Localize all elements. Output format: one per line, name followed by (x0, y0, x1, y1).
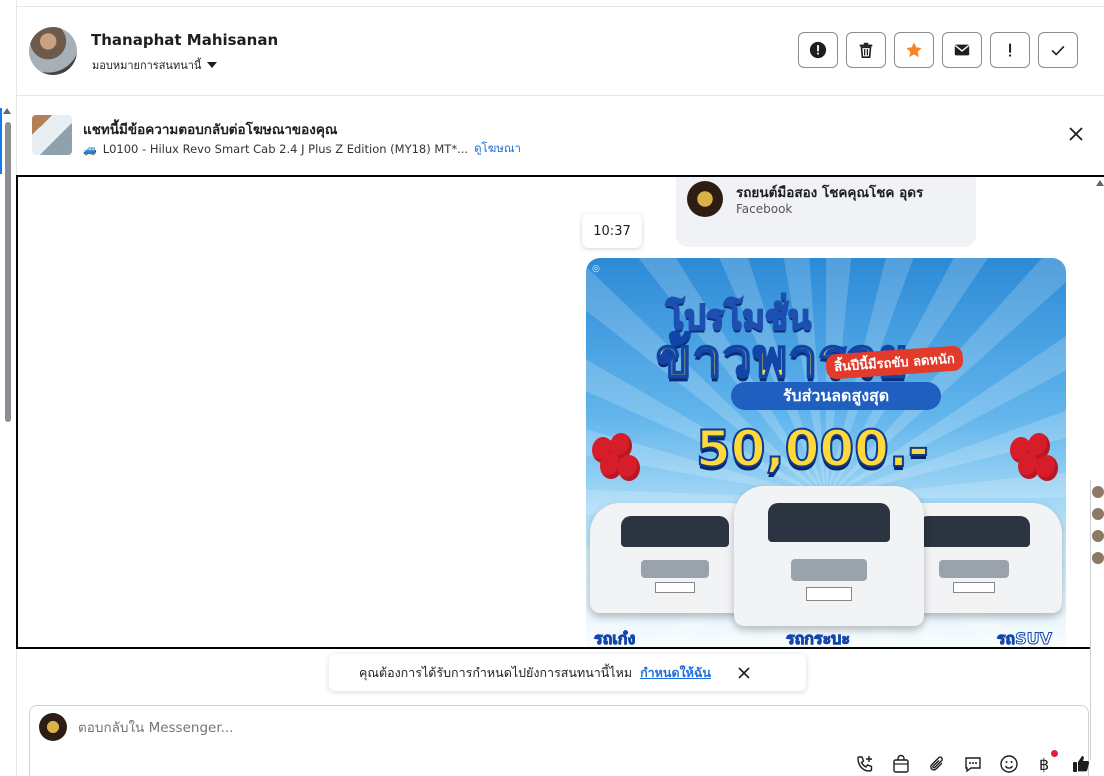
call-add-button[interactable] (854, 753, 876, 775)
dealer-logo: ◎ (592, 264, 600, 274)
page-avatar (39, 713, 67, 741)
saved-replies-button[interactable] (962, 753, 984, 775)
view-ad-link[interactable]: ดูโฆษณา (474, 140, 521, 158)
thread-scroll-up-icon[interactable] (1096, 180, 1104, 186)
avatar[interactable] (1092, 552, 1104, 564)
attach-button[interactable] (926, 753, 948, 775)
spam-button[interactable] (798, 32, 838, 68)
ad-reply-details: 🚙 L0100 - Hilux Revo Smart Cab 2.4 J Plu… (83, 140, 521, 158)
discount-amount: 50,000.- (695, 419, 930, 479)
reply-input[interactable] (78, 720, 678, 736)
delete-button[interactable] (846, 32, 886, 68)
envelope-icon (954, 44, 970, 56)
chat-bubble-icon (965, 757, 981, 773)
balloons-right (1008, 433, 1062, 503)
exclamation-icon (1009, 43, 1012, 57)
emoji-button[interactable] (998, 753, 1020, 775)
sender-source: Facebook (736, 202, 793, 216)
sender-card: รถยนต์มือสอง โชคคุณโชค อุดร Facebook (676, 177, 976, 247)
call-add-icon (857, 756, 873, 772)
ad-text: L0100 - Hilux Revo Smart Cab 2.4 J Plus … (102, 142, 469, 156)
emoji-icon (1000, 755, 1018, 773)
composer-toolbar: ฿ (854, 750, 1092, 775)
pickup-truck-image (734, 486, 924, 626)
scroll-thumb[interactable] (5, 122, 11, 422)
assign-conversation-dropdown[interactable]: มอบหมายการสนทนานี้ (92, 56, 218, 74)
sedan-label: รถเก๋ง (593, 629, 636, 648)
message-thread[interactable]: รถยนต์มือสอง โชคคุณโชค อุดร Facebook 10:… (16, 175, 1104, 649)
balloons-left (590, 433, 644, 503)
participant-avatars (1090, 480, 1104, 760)
alert-circle-icon (809, 41, 827, 59)
notification-dot (1051, 750, 1058, 757)
trash-icon (859, 42, 873, 59)
mark-unread-button[interactable] (942, 32, 982, 68)
assign-suggestion-text: คุณต้องการได้รับการกำหนดไปยังการสนทนานี้… (359, 664, 633, 680)
pickup-label: รถกระบะ (786, 629, 851, 648)
assign-label: มอบหมายการสนทนานี้ (92, 59, 202, 72)
conversation-header: Thanaphat Mahisanan มอบหมายการสนทนานี้ (17, 7, 1104, 96)
inbox-conversation-view: Thanaphat Mahisanan มอบหมายการสนทนานี้ แ… (0, 0, 1104, 776)
assign-suggestion: คุณต้องการได้รับการกำหนดไปยังการสนทนานี้… (329, 654, 806, 691)
sender-name: รถยนต์มือสอง โชคคุณโชค อุดร (736, 185, 924, 201)
paperclip-icon (930, 756, 943, 771)
star-icon (906, 42, 922, 58)
left-scrollbar[interactable] (2, 108, 12, 428)
sender-avatar[interactable] (687, 181, 723, 217)
svg-text:฿: ฿ (1039, 755, 1049, 774)
discount-label: รับส่วนลดสูงสุด (731, 382, 941, 410)
star-button[interactable] (894, 32, 934, 68)
contact-name[interactable]: Thanaphat Mahisanan (91, 31, 278, 49)
assign-to-me-link[interactable]: กำหนดให้ฉัน (640, 663, 711, 683)
contact-avatar[interactable] (29, 27, 77, 75)
suv-label: รถSUV (996, 629, 1052, 648)
header-actions (798, 32, 1078, 68)
shop-button[interactable] (890, 753, 912, 775)
message-composer: ฿ (29, 705, 1092, 776)
avatar[interactable] (1092, 486, 1104, 498)
promo-image-message[interactable]: ◎ โปรโมชั่น ข้าวพารวย สิ้นปีนี้มีรถขับ ล… (586, 258, 1066, 648)
shopping-bag-icon (893, 754, 909, 773)
ad-thumbnail[interactable] (32, 115, 72, 155)
scroll-up-arrow-icon[interactable] (3, 108, 11, 114)
caret-down-icon (207, 62, 218, 68)
message-timestamp: 10:37 (582, 214, 642, 248)
ad-reply-banner: แชทนี้มีข้อความตอบกลับต่อโฆษณาของคุณ 🚙 L… (17, 96, 1104, 174)
ad-reply-title: แชทนี้มีข้อความตอบกลับต่อโฆษณาของคุณ (83, 122, 338, 138)
check-icon (1051, 45, 1065, 56)
car-icon: 🚙 (83, 142, 97, 156)
mark-done-button[interactable] (1038, 32, 1078, 68)
baht-icon: ฿ (1039, 755, 1049, 774)
payment-button[interactable]: ฿ (1034, 750, 1058, 775)
like-button[interactable] (1070, 753, 1092, 775)
follow-up-button[interactable] (990, 32, 1030, 68)
avatar[interactable] (1092, 508, 1104, 520)
avatar[interactable] (1092, 530, 1104, 542)
thumbs-up-icon (1073, 756, 1090, 772)
close-icon[interactable] (737, 666, 751, 680)
close-icon[interactable] (1068, 126, 1084, 142)
